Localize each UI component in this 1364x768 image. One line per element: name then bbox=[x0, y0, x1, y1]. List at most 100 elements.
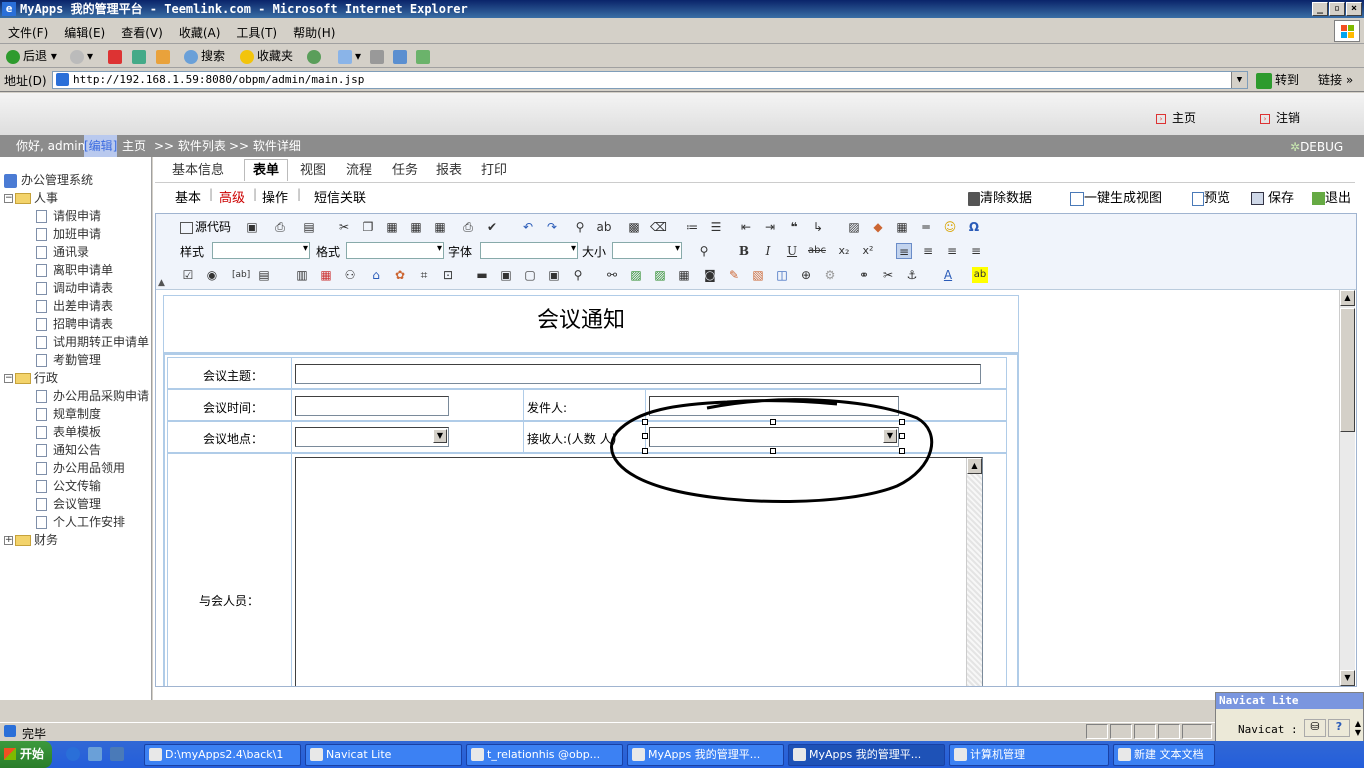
debug-link[interactable]: ✲DEBUG bbox=[1290, 136, 1343, 158]
menu-tools[interactable]: 工具(T) bbox=[228, 18, 285, 41]
word-field-icon[interactable]: ▧ bbox=[750, 267, 766, 283]
outdent-icon[interactable]: ⇤ bbox=[738, 219, 754, 235]
radio-field-icon[interactable]: ◉ bbox=[204, 267, 220, 283]
expand-icon[interactable]: + bbox=[4, 536, 13, 545]
blockquote-icon[interactable]: ❝ bbox=[786, 219, 802, 235]
breadcrumb-software-list[interactable]: >> 软件列表 bbox=[154, 135, 226, 157]
button-field-icon[interactable]: ⊡ bbox=[440, 267, 456, 283]
undo-icon[interactable]: ↶ bbox=[520, 219, 536, 235]
scroll-up-icon[interactable]: ▲ bbox=[967, 458, 982, 474]
tab-print[interactable]: 打印 bbox=[481, 160, 507, 182]
hidden-field-icon[interactable]: ▬ bbox=[474, 267, 490, 283]
templates-icon[interactable]: ▣ bbox=[244, 219, 260, 235]
redo-icon[interactable]: ↷ bbox=[544, 219, 560, 235]
favorites-button[interactable]: 收藏夹 bbox=[240, 47, 293, 65]
select-field-icon[interactable]: ▥ bbox=[294, 267, 310, 283]
tree-item[interactable]: 加班申请 bbox=[36, 225, 101, 243]
checkbox-field-icon[interactable]: ☑ bbox=[180, 267, 196, 283]
upload-field-icon[interactable]: ▢ bbox=[522, 267, 538, 283]
save-button[interactable]: 保存 bbox=[1251, 187, 1294, 206]
camera-field-icon[interactable]: ◙ bbox=[702, 267, 718, 283]
tree-group-hr[interactable]: − 人事 bbox=[4, 189, 58, 207]
bullet-list-icon[interactable]: ☰ bbox=[708, 219, 724, 235]
unlink-icon[interactable]: ✂ bbox=[880, 267, 896, 283]
messenger-icon[interactable] bbox=[416, 47, 433, 65]
indent-icon[interactable]: ⇥ bbox=[762, 219, 778, 235]
tree-item[interactable]: 通知公告 bbox=[36, 441, 101, 459]
help-icon[interactable]: ? bbox=[1328, 719, 1350, 737]
background-color-icon[interactable]: ab bbox=[972, 267, 988, 283]
superscript-icon[interactable]: x² bbox=[860, 243, 876, 259]
textarea-scrollbar[interactable]: ▲ bbox=[966, 458, 982, 686]
forward-button[interactable]: ▾ bbox=[70, 47, 93, 65]
tree-field-icon[interactable]: ✿ bbox=[392, 267, 408, 283]
tree-root[interactable]: 办公管理系统 bbox=[4, 171, 93, 189]
zoom-icon[interactable]: ⚲ bbox=[696, 243, 712, 259]
spellcheck-icon[interactable]: ✔ bbox=[484, 219, 500, 235]
subtab-advanced[interactable]: 高级 bbox=[219, 187, 245, 206]
tree-item[interactable]: 个人工作安排 bbox=[36, 513, 125, 531]
taskbar-item[interactable]: t_relationhis @obp... bbox=[466, 744, 623, 766]
links-button[interactable]: 链接 » bbox=[1318, 71, 1353, 89]
paste-word-icon[interactable]: ▦ bbox=[432, 219, 448, 235]
close-button[interactable]: × bbox=[1346, 2, 1362, 16]
home-icon[interactable] bbox=[156, 47, 173, 65]
smiley-icon[interactable]: ☺ bbox=[942, 219, 958, 235]
tree-item[interactable]: 调动申请表 bbox=[36, 279, 113, 297]
map-field-icon[interactable]: ⊕ bbox=[798, 267, 814, 283]
sign-field-icon[interactable]: ✎ bbox=[726, 267, 742, 283]
paste-text-icon[interactable]: ▦ bbox=[408, 219, 424, 235]
image-icon[interactable]: ▨ bbox=[846, 219, 862, 235]
web-field-icon[interactable]: ◫ bbox=[774, 267, 790, 283]
breadcrumb-home[interactable]: 主页 bbox=[122, 135, 146, 157]
bold-icon[interactable]: B bbox=[736, 243, 752, 259]
tree-group-finance[interactable]: + 财务 bbox=[4, 531, 58, 549]
tree-item[interactable]: 请假申请 bbox=[36, 207, 101, 225]
tree-item[interactable]: 办公用品领用 bbox=[36, 459, 125, 477]
link-icon[interactable]: ⚭ bbox=[856, 267, 872, 283]
taskbar-item[interactable]: Navicat Lite bbox=[305, 744, 462, 766]
underline-icon[interactable]: U bbox=[784, 243, 800, 259]
attach-icon[interactable]: ⚯ bbox=[604, 267, 620, 283]
align-left-icon[interactable]: ≡ bbox=[896, 243, 912, 259]
print-icon[interactable] bbox=[370, 47, 387, 65]
replace-icon[interactable]: ab bbox=[596, 219, 612, 235]
tab-view[interactable]: 视图 bbox=[300, 160, 326, 182]
flash-icon[interactable]: ◆ bbox=[870, 219, 886, 235]
spin-icon[interactable]: ▲ ▼ bbox=[1352, 719, 1364, 737]
horizontal-rule-icon[interactable]: ═ bbox=[918, 219, 934, 235]
special-char-icon[interactable]: Ω bbox=[966, 219, 982, 235]
find-icon[interactable]: ⚲ bbox=[572, 219, 588, 235]
format-select[interactable] bbox=[346, 242, 444, 259]
header-home-link[interactable]: › 主页 bbox=[1156, 109, 1196, 126]
clear-data-button[interactable]: 清除数据 bbox=[968, 187, 1032, 206]
taskbar-item[interactable]: 新建 文本文档 bbox=[1113, 744, 1215, 766]
select-all-icon[interactable]: ▩ bbox=[626, 219, 642, 235]
history-icon[interactable] bbox=[307, 47, 324, 65]
start-button[interactable]: 开始 bbox=[0, 741, 52, 768]
textfield-icon[interactable]: [ab] bbox=[232, 267, 250, 283]
generate-view-button[interactable]: 一键生成视图 bbox=[1070, 187, 1162, 206]
menu-favorites[interactable]: 收藏(A) bbox=[171, 18, 229, 41]
taskbar-item-active[interactable]: MyApps 我的管理平... bbox=[788, 744, 945, 766]
div-icon[interactable]: ↳ bbox=[810, 219, 826, 235]
editor-vertical-scrollbar[interactable]: ▲ ▼ bbox=[1339, 290, 1355, 686]
navicat-popup[interactable]: Navicat Lite Navicat : ⛁ ? ▲ ▼ bbox=[1215, 692, 1364, 742]
picture-field-icon[interactable]: ▨ bbox=[628, 267, 644, 283]
minimize-button[interactable]: _ bbox=[1312, 2, 1328, 16]
time-input[interactable] bbox=[295, 396, 449, 416]
edit-profile-link[interactable]: [编辑] bbox=[84, 135, 118, 157]
tree-item[interactable]: 试用期转正申请单 bbox=[36, 333, 149, 351]
subtab-basic[interactable]: 基本 bbox=[175, 187, 201, 206]
tab-form[interactable]: 表单 bbox=[244, 159, 289, 181]
gallery-field-icon[interactable]: ▨ bbox=[652, 267, 668, 283]
back-button[interactable]: 后退 ▾ bbox=[6, 47, 57, 65]
size-select[interactable] bbox=[612, 242, 682, 259]
strikethrough-icon[interactable]: abc bbox=[808, 243, 826, 259]
header-logout-link[interactable]: › 注销 bbox=[1260, 109, 1300, 126]
tab-task[interactable]: 任务 bbox=[392, 160, 418, 182]
subscript-icon[interactable]: x₂ bbox=[836, 243, 852, 259]
media-quicklaunch-icon[interactable] bbox=[110, 747, 124, 761]
tree-item[interactable]: 考勤管理 bbox=[36, 351, 101, 369]
tree-item[interactable]: 通讯录 bbox=[36, 243, 89, 261]
